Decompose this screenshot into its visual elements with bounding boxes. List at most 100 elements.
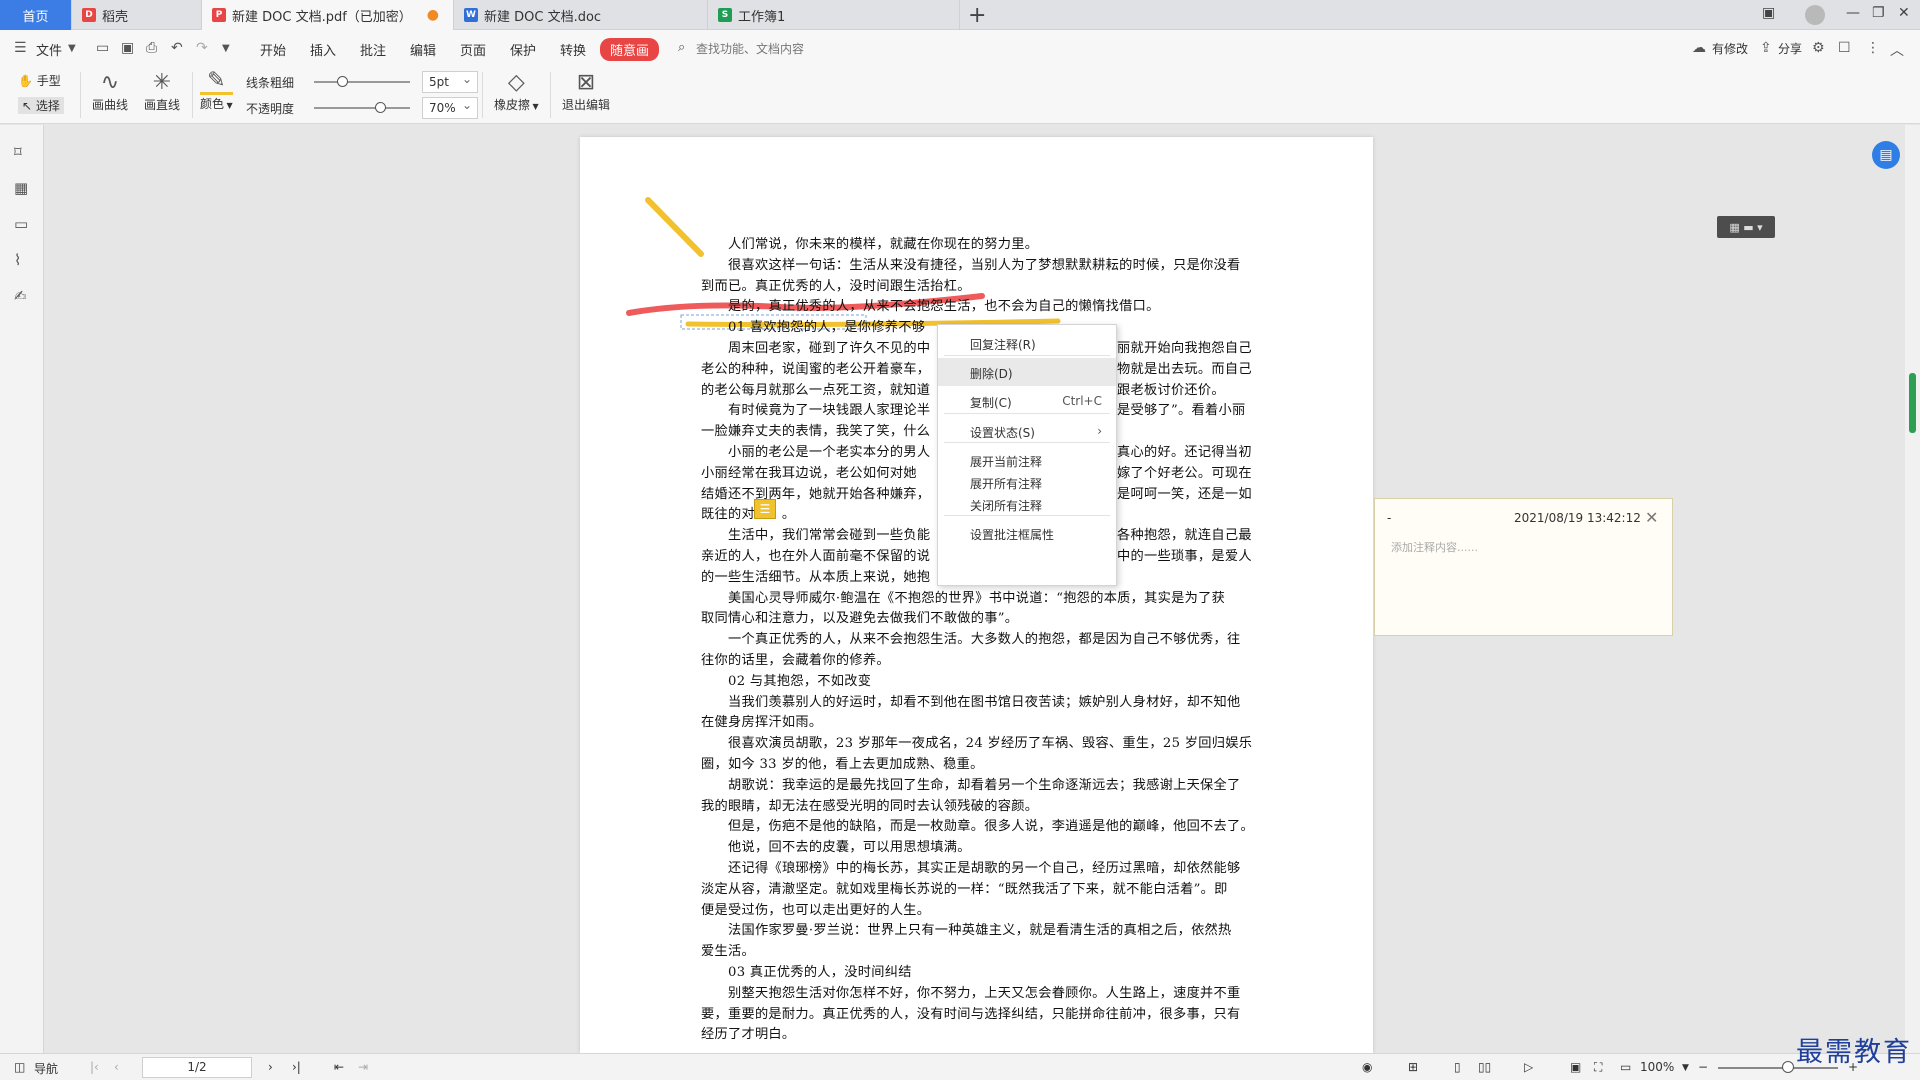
draw-toolbar: ✋ 手型 ↖ 选择 ∿ 画曲线 ✳ 画直线 ✎ 颜色 ▼ 线条粗细 不透明度 5pt … [0, 66, 1920, 124]
close-window-icon[interactable]: ✕ [1898, 5, 1910, 21]
keyboard-widget-icon[interactable]: ▦ ▬ ▾ [1717, 216, 1775, 238]
window-layout-icon[interactable]: ▣ [1762, 5, 1775, 21]
last-page-icon[interactable]: ›| [292, 1060, 301, 1074]
fit-width-icon[interactable]: ⊞ [1408, 1060, 1418, 1074]
first-page-icon[interactable]: |‹ [90, 1060, 99, 1074]
opacity-slider-knob[interactable] [375, 102, 387, 113]
annotation-input[interactable]: 添加注释内容...... [1391, 539, 1478, 555]
menu-protect[interactable]: 保护 [510, 40, 536, 59]
annotation-close-icon[interactable]: ✕ [1645, 508, 1658, 527]
nav-panel-icon[interactable]: ◫ [14, 1060, 25, 1074]
hand-tool[interactable]: ✋ 手型 [18, 72, 61, 89]
context-menu-item[interactable]: 复制(C) Ctrl+C [938, 387, 1116, 415]
menu-edit[interactable]: 编辑 [410, 40, 436, 59]
yellow-ink-stroke-slash[interactable] [645, 197, 704, 257]
scrollbar-thumb[interactable] [1909, 373, 1916, 433]
menu-file[interactable]: 文件 [36, 40, 62, 59]
color-button[interactable]: ✎ 颜色 ▼ [200, 70, 233, 112]
opacity-select[interactable]: 70% [422, 97, 478, 119]
context-menu-item[interactable]: 设置批注框属性 [938, 519, 1116, 547]
context-menu-item[interactable]: 删除(D) [938, 358, 1116, 386]
context-menu-item[interactable]: 回复注释(R) [938, 329, 1116, 357]
customize-chevron-icon[interactable]: ▼ [222, 43, 230, 54]
fit-page-icon[interactable]: ⛶ [1594, 1060, 1602, 1075]
text-line: 生活中，我们常常会碰到一些负能 [728, 528, 931, 544]
menu-freehand[interactable]: 随意画 [600, 38, 660, 61]
signature-icon[interactable]: ✍ [14, 287, 27, 305]
search-icon[interactable]: ⌕ [678, 40, 685, 55]
draw-curve-button[interactable]: ∿ 画曲线 [92, 70, 128, 113]
attachment-icon[interactable]: ⌇ [14, 251, 21, 269]
zoom-chevron-icon[interactable]: ▼ [1682, 1063, 1689, 1073]
zoom-level[interactable]: 100% [1640, 1060, 1674, 1074]
tab-docer[interactable]: D 稻壳 [72, 0, 202, 30]
text-line: 爱生活。 [701, 944, 755, 960]
next-page-icon[interactable]: › [268, 1060, 273, 1074]
back-icon[interactable]: ⇤ [334, 1060, 344, 1074]
zoom-fit-icon[interactable]: ▭ [1620, 1060, 1631, 1074]
eraser-button[interactable]: ◇ 橡皮擦 ▼ [494, 70, 539, 113]
single-page-icon[interactable]: ▯ [1454, 1060, 1461, 1074]
play-icon[interactable]: ▷ [1524, 1060, 1533, 1074]
menu-hamburger-icon[interactable]: ☰ [14, 40, 27, 56]
collapse-ribbon-icon[interactable]: ︿ [1890, 40, 1904, 60]
line-width-select[interactable]: 5pt [422, 71, 478, 93]
actual-size-icon[interactable]: ▣ [1570, 1060, 1581, 1074]
line-width-slider-knob[interactable] [336, 76, 348, 87]
new-tab-plus-icon[interactable]: + [968, 3, 986, 28]
pen-color-icon: ✎ [200, 70, 233, 95]
bookmark-icon[interactable]: ⌑ [14, 143, 22, 161]
text-line-tail: 中的一些琐事，是爱人 [1117, 549, 1252, 564]
tab-home[interactable]: 首页 [0, 0, 72, 30]
double-page-icon[interactable]: ▯▯ [1478, 1060, 1491, 1074]
print-icon[interactable]: ⎙ [146, 40, 157, 56]
zoom-out-icon[interactable]: − [1698, 1060, 1708, 1074]
tab-pdf[interactable]: P 新建 DOC 文档.pdf（已加密） ● [202, 0, 454, 30]
draw-line-button[interactable]: ✳ 画直线 [144, 70, 180, 113]
forward-icon[interactable]: ⇥ [358, 1060, 368, 1074]
chevron-down-icon[interactable]: ▼ [68, 43, 76, 54]
text-line: 取同情心和注意力，以及避免去做我们不敢做的事”。 [701, 611, 1019, 627]
tab-sheet[interactable]: S 工作簿1 [708, 0, 960, 30]
zoom-slider-knob[interactable] [1782, 1061, 1794, 1073]
revise-status[interactable]: 有修改 [1712, 40, 1748, 57]
search-input[interactable]: 查找功能、文档内容 [696, 40, 804, 57]
share-button[interactable]: 分享 [1778, 40, 1802, 57]
prev-page-icon[interactable]: ‹ [114, 1060, 119, 1074]
thumbnail-icon[interactable]: ▦ [14, 179, 28, 197]
menu-page[interactable]: 页面 [460, 40, 486, 59]
shortcut-label: Ctrl+C [1062, 394, 1102, 408]
note-comment-icon[interactable]: ☰ [754, 499, 776, 519]
redo-icon[interactable]: ↷ [196, 40, 208, 56]
eye-protect-icon[interactable]: ◉ [1362, 1060, 1372, 1074]
menu-comment[interactable]: 批注 [360, 40, 386, 59]
vertical-scrollbar[interactable] [1905, 125, 1920, 1053]
comment-list-icon[interactable]: ▭ [14, 215, 28, 233]
line-width-slider[interactable] [314, 81, 410, 83]
tab-doc[interactable]: W 新建 DOC 文档.doc [454, 0, 708, 30]
open-folder-icon[interactable]: ▭ [96, 40, 109, 56]
page-number-input[interactable]: 1/2 [142, 1057, 252, 1078]
save-icon[interactable]: ▣ [121, 40, 134, 56]
minimize-icon[interactable]: — [1846, 5, 1860, 21]
comment-panel-icon[interactable]: ☐ [1838, 40, 1851, 56]
exit-edit-button[interactable]: ⊠ 退出编辑 [562, 70, 610, 113]
menu-convert[interactable]: 转换 [560, 40, 586, 59]
menu-insert[interactable]: 插入 [310, 40, 336, 59]
more-icon[interactable]: ⋮ [1866, 40, 1880, 56]
select-tool[interactable]: ↖ 选择 [18, 97, 64, 114]
hand-tool-label: 手型 [36, 74, 61, 88]
text-line: 当我们羡慕别人的好运时，却看不到他在图书馆日夜苦读；嫉妒别人身材好，却不知他 [728, 694, 1241, 710]
restore-icon[interactable]: ❐ [1872, 5, 1885, 21]
floating-tool-icon[interactable]: ▤ [1872, 141, 1900, 169]
menu-start[interactable]: 开始 [260, 40, 286, 59]
opacity-slider[interactable] [314, 107, 410, 109]
annotation-author: - [1387, 511, 1392, 525]
text-line: 在健身房挥汗如雨。 [701, 715, 823, 731]
settings-icon[interactable]: ⚙ [1812, 40, 1825, 56]
context-menu-item[interactable]: 设置状态(S) › [938, 417, 1116, 445]
undo-icon[interactable]: ↶ [171, 40, 183, 56]
context-menu-item[interactable]: 关闭所有注释 [938, 490, 1116, 518]
nav-button[interactable]: 导航 [34, 1060, 58, 1077]
avatar[interactable] [1805, 5, 1825, 25]
